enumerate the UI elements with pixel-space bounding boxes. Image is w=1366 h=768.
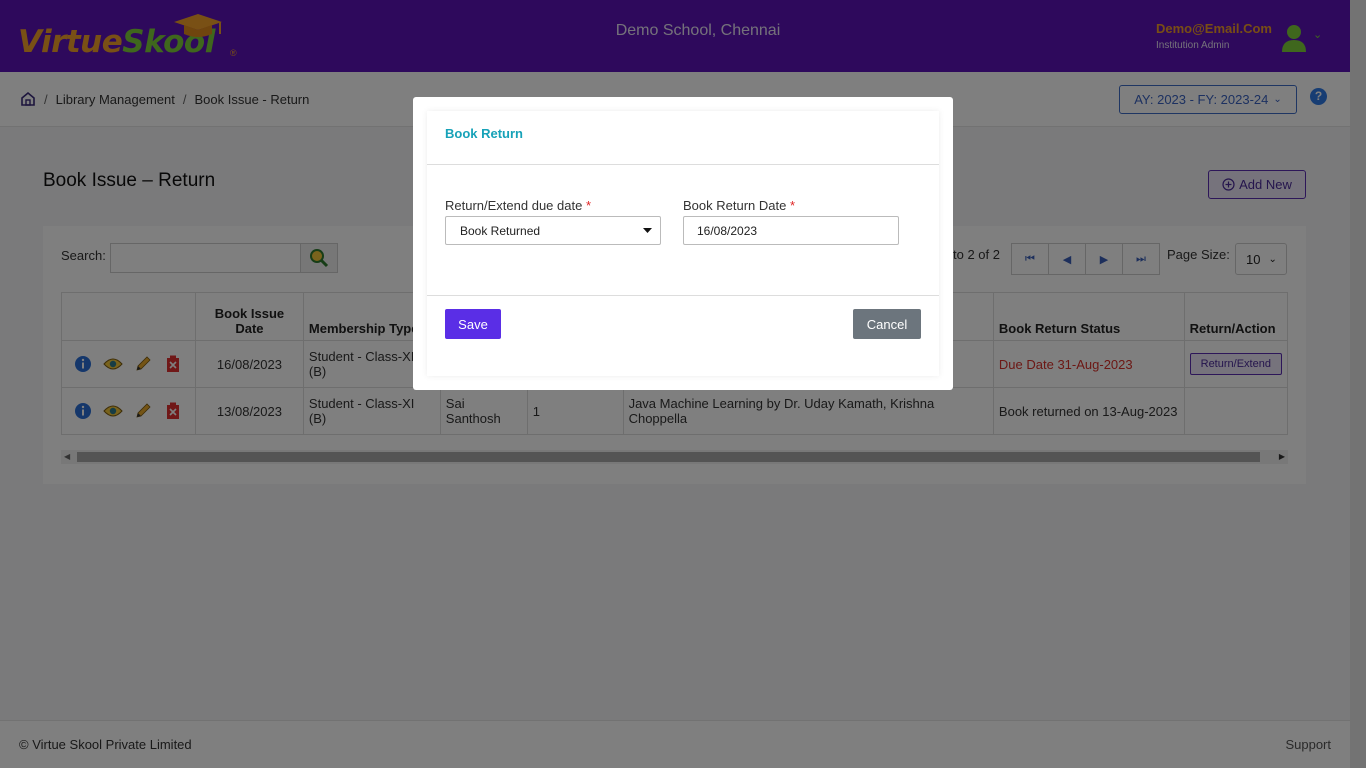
return-extend-value: Book Returned: [460, 223, 541, 238]
book-return-date-label-text: Book Return Date: [683, 198, 787, 213]
book-return-date-input[interactable]: 16/08/2023: [683, 216, 899, 245]
caret-down-icon: [643, 227, 652, 233]
save-button[interactable]: Save: [445, 309, 501, 339]
cancel-button[interactable]: Cancel: [853, 309, 921, 339]
modal-title: Book Return: [445, 126, 523, 141]
book-return-date-label: Book Return Date *: [683, 198, 795, 213]
return-extend-select[interactable]: Book Returned: [445, 216, 661, 245]
return-extend-label: Return/Extend due date *: [445, 198, 591, 213]
divider: [427, 164, 939, 165]
divider: [427, 295, 939, 296]
return-extend-label-text: Return/Extend due date: [445, 198, 583, 213]
required-mark: *: [789, 198, 796, 213]
book-return-modal: Book Return Return/Extend due date * Boo…: [413, 97, 953, 390]
required-mark: *: [585, 198, 592, 213]
